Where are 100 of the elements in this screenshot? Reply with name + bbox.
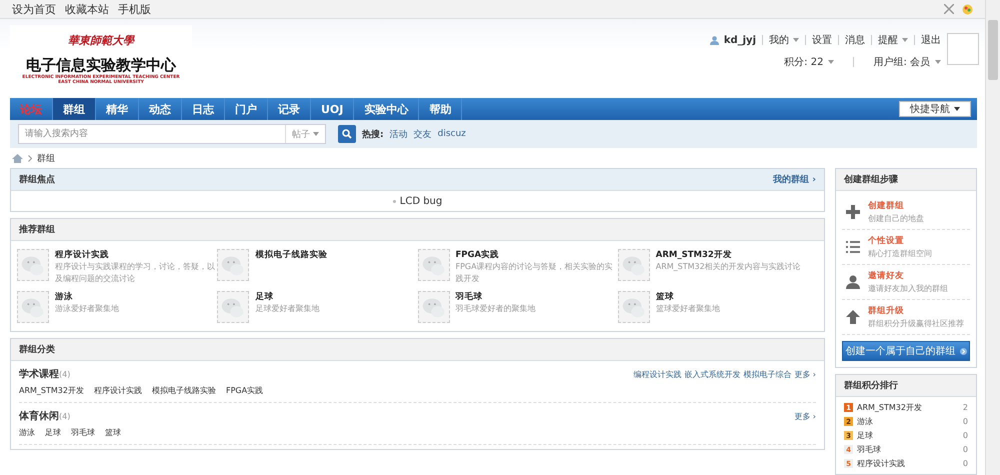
- top-link[interactable]: 设为首页: [12, 2, 56, 17]
- username[interactable]: kd_jyj: [724, 34, 756, 46]
- create-group-button[interactable]: 创建一个属于自己的群组: [842, 341, 970, 361]
- user-menu-link[interactable]: 消息: [845, 33, 865, 48]
- arrow-icon: [960, 348, 966, 354]
- user-icon: [710, 36, 719, 45]
- group-score: 0: [962, 431, 968, 440]
- search-icon: [342, 129, 352, 139]
- group-description: ARM_STM32相关的开发内容与实践讨论: [656, 261, 802, 273]
- caret-icon: [793, 38, 799, 42]
- group-link[interactable]: 游泳: [19, 427, 35, 438]
- group-name[interactable]: 模拟电子线路实验: [255, 249, 416, 261]
- group-link[interactable]: 篮球: [105, 427, 121, 438]
- step-description: 精心打造群组空间: [868, 248, 932, 259]
- home-icon[interactable]: [12, 154, 23, 162]
- chat-bubble-icon: [17, 291, 49, 323]
- group-name[interactable]: ARM_STM32开发: [656, 249, 816, 261]
- chevron-right-icon: [28, 154, 32, 162]
- group-link[interactable]: 模拟电子线路实验: [152, 385, 216, 396]
- top-link[interactable]: 手机版: [118, 2, 151, 17]
- logo-school-name: 華東師範大學: [68, 33, 134, 48]
- hot-search-link[interactable]: 交友: [414, 128, 432, 140]
- more-link[interactable]: 更多 ›: [794, 410, 816, 422]
- user-menu-link[interactable]: 提醒: [878, 33, 908, 48]
- caret-icon: [935, 60, 941, 64]
- chat-bubble-icon: [418, 249, 450, 281]
- chat-bubble-icon: [217, 249, 250, 281]
- group-score: 0: [962, 459, 968, 468]
- search-button[interactable]: [338, 125, 356, 143]
- hot-search-label: 热搜:: [362, 128, 384, 140]
- chat-bubble-icon: [618, 291, 650, 323]
- group-link[interactable]: ARM_STM32开发: [19, 385, 84, 396]
- panel-title: 群组分类: [19, 343, 55, 356]
- my-groups-link[interactable]: 我的群组 ›: [773, 173, 816, 186]
- category-name[interactable]: 学术课程: [19, 367, 59, 381]
- category-count: (4): [59, 412, 70, 420]
- group-score: 0: [962, 445, 968, 454]
- step-title[interactable]: 创建群组: [868, 200, 924, 212]
- panel-title: 创建群组步骤: [844, 173, 898, 186]
- group-link[interactable]: 程序设计实践: [94, 385, 142, 396]
- top-link[interactable]: 收藏本站: [65, 2, 109, 17]
- group-name[interactable]: 羽毛球: [857, 444, 881, 455]
- focus-link[interactable]: LCD bug: [400, 196, 442, 206]
- chat-bubble-icon: [418, 291, 450, 323]
- more-link[interactable]: 更多 ›: [794, 368, 816, 380]
- category-name[interactable]: 体育休闲: [19, 409, 59, 423]
- plus-icon: [846, 205, 860, 219]
- step-description: 创建自己的地盘: [868, 213, 924, 224]
- group-name[interactable]: ARM_STM32开发: [857, 402, 922, 413]
- step-title[interactable]: 个性设置: [868, 235, 932, 247]
- chat-bubble-icon: [618, 249, 650, 281]
- nav-tab[interactable]: 群组: [53, 98, 96, 120]
- color-palette-icon[interactable]: [962, 4, 973, 15]
- person-icon: [846, 275, 860, 289]
- group-description: FPGA课程内容的讨论与答疑，相关实验的实践开发: [456, 261, 614, 285]
- scrollbar[interactable]: [985, 0, 1000, 475]
- quick-nav-button[interactable]: 快捷导航: [899, 101, 971, 117]
- logo-title: 电子信息实验教学中心: [26, 56, 176, 74]
- group-link[interactable]: 足球: [45, 427, 61, 438]
- caret-icon: [313, 132, 319, 136]
- group-score: 2: [962, 403, 968, 412]
- category-link[interactable]: 模拟电子综合: [743, 368, 792, 380]
- group-score: 0: [962, 417, 968, 426]
- panel-title: 推荐群组: [19, 223, 55, 236]
- breadcrumb-item[interactable]: 群组: [37, 152, 55, 164]
- group-name[interactable]: 游泳: [857, 416, 873, 427]
- group-description: 足球爱好者聚集地: [255, 303, 320, 315]
- group-name[interactable]: 足球: [255, 291, 416, 303]
- user-group-link[interactable]: 用户组: 会员: [873, 55, 930, 70]
- user-menu-link[interactable]: 退出: [921, 33, 941, 48]
- caret-icon: [954, 107, 960, 111]
- step-title[interactable]: 群组升级: [868, 305, 964, 317]
- chat-bubble-icon: [217, 291, 250, 323]
- group-name[interactable]: 游泳: [55, 291, 215, 303]
- user-menu-link[interactable]: 设置: [812, 33, 832, 48]
- hot-search-link[interactable]: 活动: [390, 128, 408, 140]
- avatar[interactable]: [947, 33, 979, 66]
- group-name[interactable]: FPGA实践: [456, 249, 616, 261]
- bullet-icon: [392, 200, 396, 202]
- category-count: (4): [59, 370, 70, 378]
- group-description: 篮球爱好者聚集地: [656, 303, 721, 315]
- points-link[interactable]: 积分: 22: [784, 55, 824, 70]
- group-name[interactable]: 羽毛球: [456, 291, 616, 303]
- category-link[interactable]: 编程设计实践: [633, 368, 682, 380]
- group-link[interactable]: 羽毛球: [71, 427, 95, 438]
- hot-search-link[interactable]: discuz: [438, 129, 466, 139]
- group-description: 游泳爱好者聚集地: [55, 303, 120, 315]
- group-name[interactable]: 程序设计实践: [55, 249, 215, 261]
- group-name[interactable]: 篮球: [656, 291, 816, 303]
- panel-title: 群组积分排行: [844, 380, 898, 392]
- group-description: 程序设计与实践课程的学习，讨论，答疑，以及编程问题的交流讨论: [55, 261, 215, 285]
- caret-icon: [902, 38, 908, 42]
- group-link[interactable]: FPGA实践: [226, 385, 264, 396]
- fullscreen-icon[interactable]: [944, 4, 954, 14]
- category-link[interactable]: 嵌入式系统开发: [684, 368, 740, 380]
- group-name[interactable]: 程序设计实践: [857, 458, 905, 469]
- step-title[interactable]: 邀请好友: [868, 270, 948, 282]
- group-description: 羽毛球爱好者的聚集地: [456, 303, 536, 315]
- user-menu-link[interactable]: 我的: [769, 33, 799, 48]
- group-name[interactable]: 足球: [857, 430, 873, 441]
